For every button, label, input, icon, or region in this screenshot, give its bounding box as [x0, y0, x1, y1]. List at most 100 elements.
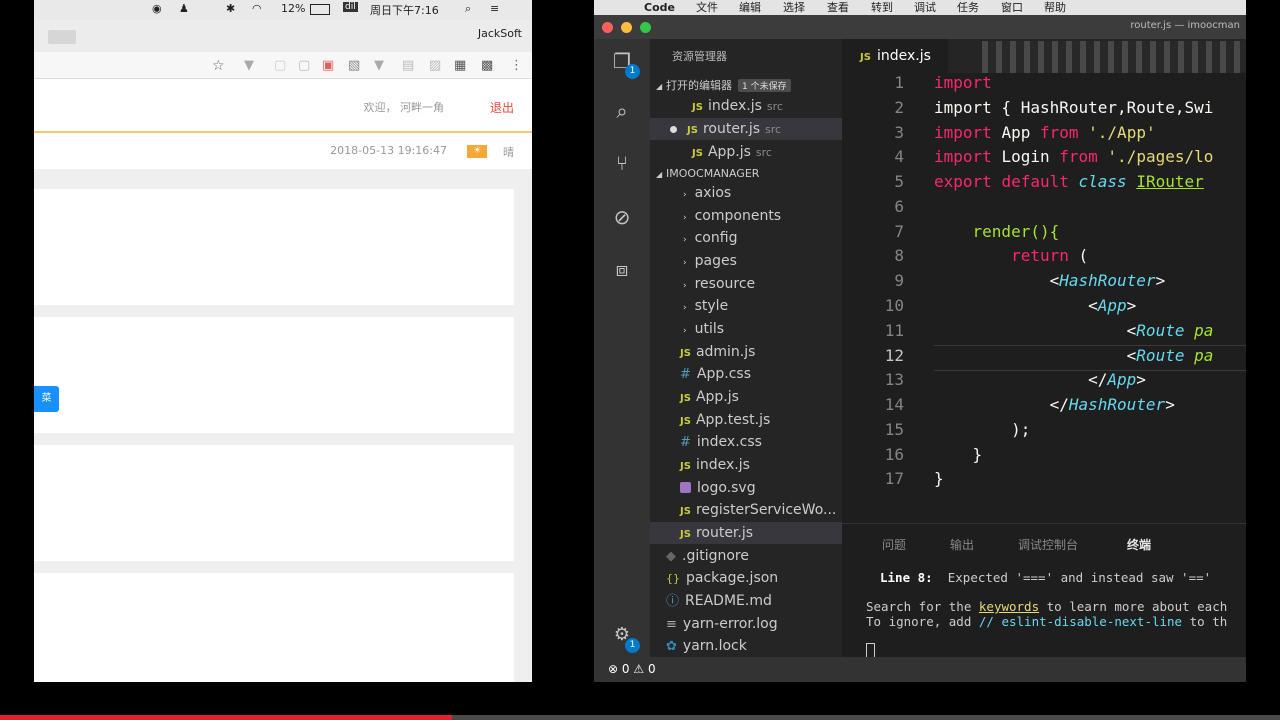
folder-item[interactable]: › components [650, 205, 842, 227]
file-item[interactable]: # index.css [650, 431, 842, 453]
folder-item[interactable]: › style [650, 295, 842, 317]
menu-item-selection[interactable]: 选择 [783, 0, 805, 15]
bookmark-star-icon[interactable]: ☆ [212, 58, 225, 74]
minimize-window-button[interactable] [621, 22, 632, 33]
terminal-cursor [866, 643, 875, 658]
folder-item[interactable]: › pages [650, 250, 842, 272]
file-item[interactable]: JS admin.js [650, 341, 842, 363]
qq-icon[interactable]: ♟ [179, 2, 189, 15]
more-menu-icon[interactable]: ⋮ [510, 58, 523, 73]
code-line: } [972, 445, 983, 464]
file-item[interactable]: JS App.js [650, 386, 842, 408]
extension-icon[interactable]: ▢ [298, 58, 310, 73]
menu-item-window[interactable]: 窗口 [1001, 0, 1023, 15]
extension-icon[interactable]: ▩ [481, 58, 493, 73]
extension-icon[interactable]: ▧ [348, 58, 360, 73]
tab-index-js[interactable]: JS index.js [842, 39, 948, 73]
menu-item-edit[interactable]: 编辑 [739, 0, 761, 15]
file-path: src [755, 146, 772, 159]
file-item[interactable]: ≡ yarn-error.log [650, 613, 842, 635]
folder-item[interactable]: › config [650, 227, 842, 249]
file-item[interactable]: ◆ .gitignore [650, 545, 842, 567]
file-item[interactable]: ⓘ README.md [650, 590, 842, 612]
file-name: index.js [695, 457, 750, 473]
file-item[interactable]: JS index.js [650, 454, 842, 476]
extension-icon[interactable]: ▼ [374, 58, 384, 73]
tab-problems[interactable]: 问题 [882, 536, 906, 553]
tab-output[interactable]: 输出 [950, 536, 974, 553]
file-item[interactable]: logo.svg [650, 477, 842, 499]
menu-item-tasks[interactable]: 任务 [957, 0, 979, 15]
content-card [34, 573, 514, 682]
current-line-number: 12 [884, 346, 904, 365]
problems-status[interactable]: ⊗ 0 ⚠ 0 [608, 662, 656, 676]
file-item[interactable]: JS App.test.js [650, 409, 842, 431]
open-editor-item[interactable]: JS App.js src [650, 141, 842, 163]
activity-bar: ❐ 1 ⌕ ⑂ ⊘ ⧈ ⚙ 1 [594, 39, 650, 657]
file-item[interactable]: {} package.json [650, 567, 842, 589]
extension-icon[interactable]: ▼ [244, 58, 254, 73]
menu-item-debug[interactable]: 调试 [914, 0, 936, 15]
search-icon[interactable]: ⌕ [608, 97, 636, 125]
current-datetime: 2018-05-13 19:16:47 [330, 144, 447, 157]
menu-item-go[interactable]: 转到 [871, 0, 893, 15]
source-control-icon[interactable]: ⑂ [608, 149, 636, 177]
battery-icon[interactable] [310, 4, 330, 15]
project-header[interactable]: ◢ IMOOCMANAGER [656, 167, 759, 180]
extensions-icon[interactable]: ⧈ [608, 255, 636, 283]
folder-name: config [694, 230, 738, 246]
extension-icon[interactable]: ▣ [322, 58, 334, 73]
chevron-right-icon: › [683, 190, 687, 200]
extension-icon[interactable]: ▢ [274, 58, 286, 73]
menu-item-code[interactable]: Code [644, 0, 675, 15]
extension-icon[interactable]: ▤ [402, 58, 414, 73]
keywords-link[interactable]: keywords [979, 599, 1039, 614]
folder-item[interactable]: › resource [650, 273, 842, 295]
extension-icon[interactable]: ▦ [454, 58, 466, 73]
js-icon: JS [680, 461, 691, 472]
tab-debug-console[interactable]: 调试控制台 [1018, 536, 1078, 553]
browser-tab-bar: JackSoft [34, 20, 532, 52]
bluetooth-icon[interactable]: ✱ [226, 2, 235, 15]
log-icon: ≡ [666, 617, 677, 632]
close-window-button[interactable] [602, 22, 613, 33]
logout-link[interactable]: 退出 [490, 99, 514, 116]
file-item[interactable]: ✿ yarn.lock [650, 635, 842, 657]
menu-item-file[interactable]: 文件 [696, 0, 718, 15]
tab-terminal[interactable]: 终端 [1127, 536, 1151, 553]
file-name: yarn.lock [682, 638, 747, 654]
open-editor-item[interactable]: JS router.js src [650, 118, 842, 140]
maximize-window-button[interactable] [640, 22, 651, 33]
unsaved-dot-icon[interactable] [670, 126, 677, 133]
open-editors-header[interactable]: ◢ 打开的编辑器 1 个未保存 [656, 77, 791, 93]
input-method-icon[interactable]: dil [343, 2, 358, 12]
debug-icon[interactable]: ⊘ [608, 203, 636, 231]
browser-tab[interactable] [48, 30, 76, 44]
file-item[interactable]: JS router.js [650, 522, 842, 544]
chevron-right-icon: › [683, 281, 687, 291]
code-editor[interactable]: 1 2 3 4 5 6 7 8 9 10 11 12 13 14 15 16 1… [842, 73, 1246, 523]
wifi-icon[interactable]: ◠ [252, 2, 262, 15]
open-editor-item[interactable]: JS index.js src [650, 95, 842, 117]
explorer-icon[interactable]: ❐ 1 [608, 47, 640, 79]
window-title-bar: router.js — imoocman [594, 15, 1246, 39]
folder-item[interactable]: › utils [650, 318, 842, 340]
settings-gear-icon[interactable]: ⚙ 1 [608, 621, 640, 653]
browser-user-name[interactable]: JackSoft [478, 27, 522, 40]
record-icon[interactable]: ◉ [152, 2, 162, 15]
clock[interactable]: 周日下午7:16 [370, 2, 439, 18]
search-icon[interactable]: ⌕ [465, 2, 471, 16]
code-line: import Login from './pages/lo [934, 147, 1214, 166]
css-icon: # [680, 435, 691, 450]
extension-icon[interactable]: ▨ [429, 58, 441, 73]
menu-item-view[interactable]: 查看 [827, 0, 849, 15]
js-icon: JS [680, 393, 691, 404]
window-title: router.js — imoocman [1130, 20, 1240, 31]
folder-item[interactable]: › axios [650, 182, 842, 204]
tab-label: index.js [876, 48, 931, 64]
menu-list-icon[interactable]: ≡ [490, 2, 499, 15]
file-item[interactable]: # App.css [650, 363, 842, 385]
menu-item-help[interactable]: 帮助 [1044, 0, 1066, 15]
side-menu-button[interactable]: 菜 [34, 386, 59, 412]
file-item[interactable]: JS registerServiceWo... [650, 499, 842, 521]
